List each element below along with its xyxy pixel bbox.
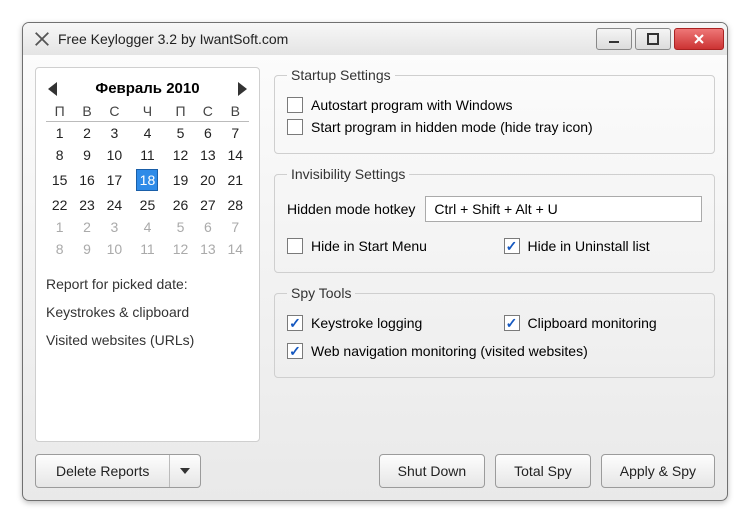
calendar-dow: С: [194, 101, 221, 122]
client-area: Февраль 2010 ПВСЧПСВ 1234567891011121314…: [23, 55, 727, 500]
total-spy-button[interactable]: Total Spy: [495, 454, 591, 488]
calendar-day[interactable]: 5: [167, 216, 194, 238]
calendar-dow: С: [101, 101, 128, 122]
report-heading: Report for picked date:: [46, 270, 249, 298]
titlebar: Free Keylogger 3.2 by IwantSoft.com: [23, 23, 727, 55]
window-title: Free Keylogger 3.2 by IwantSoft.com: [58, 31, 596, 47]
keystroke-logging-label: Keystroke logging: [311, 315, 422, 331]
calendar-grid: ПВСЧПСВ 12345678910111213141516171819202…: [46, 101, 249, 260]
hotkey-label: Hidden mode hotkey: [287, 201, 415, 217]
group-legend: Startup Settings: [287, 67, 395, 83]
invisibility-settings-group: Invisibility Settings Hidden mode hotkey…: [274, 166, 715, 273]
startup-settings-group: Startup Settings Autostart program with …: [274, 67, 715, 154]
hidden-start-label: Start program in hidden mode (hide tray …: [311, 119, 593, 135]
calendar-day[interactable]: 13: [194, 238, 221, 260]
bottom-button-row: Delete Reports Shut Down Total Spy Apply…: [35, 454, 715, 488]
hide-uninstall-checkbox[interactable]: [504, 238, 520, 254]
calendar-day[interactable]: 25: [128, 194, 167, 216]
calendar-panel: Февраль 2010 ПВСЧПСВ 1234567891011121314…: [35, 67, 260, 442]
calendar-day[interactable]: 12: [167, 238, 194, 260]
hide-start-menu-checkbox[interactable]: [287, 238, 303, 254]
calendar-day[interactable]: 13: [194, 144, 221, 166]
calendar-day[interactable]: 16: [73, 166, 100, 194]
apply-spy-button[interactable]: Apply & Spy: [601, 454, 715, 488]
calendar-day[interactable]: 10: [101, 238, 128, 260]
calendar-day[interactable]: 6: [194, 122, 221, 145]
calendar-day[interactable]: 14: [222, 238, 249, 260]
calendar-day[interactable]: 4: [128, 122, 167, 145]
calendar-day[interactable]: 17: [101, 166, 128, 194]
report-links: Report for picked date: Keystrokes & cli…: [46, 270, 249, 354]
calendar-day[interactable]: 10: [101, 144, 128, 166]
calendar-day[interactable]: 24: [101, 194, 128, 216]
minimize-button[interactable]: [596, 28, 632, 50]
calendar-day[interactable]: 23: [73, 194, 100, 216]
calendar-day[interactable]: 19: [167, 166, 194, 194]
delete-reports-label: Delete Reports: [36, 455, 170, 487]
calendar-day[interactable]: 15: [46, 166, 73, 194]
autostart-label: Autostart program with Windows: [311, 97, 513, 113]
calendar-dow: Ч: [128, 101, 167, 122]
calendar-dow: В: [222, 101, 249, 122]
calendar-dow: В: [73, 101, 100, 122]
maximize-button[interactable]: [635, 28, 671, 50]
close-button[interactable]: [674, 28, 724, 50]
calendar-day[interactable]: 28: [222, 194, 249, 216]
group-legend: Invisibility Settings: [287, 166, 409, 182]
calendar-day[interactable]: 3: [101, 122, 128, 145]
calendar-day[interactable]: 5: [167, 122, 194, 145]
shut-down-button[interactable]: Shut Down: [379, 454, 485, 488]
calendar-day[interactable]: 7: [222, 122, 249, 145]
calendar-day[interactable]: 1: [46, 216, 73, 238]
calendar-day[interactable]: 8: [46, 144, 73, 166]
calendar-day[interactable]: 3: [101, 216, 128, 238]
calendar-day[interactable]: 26: [167, 194, 194, 216]
calendar-day[interactable]: 8: [46, 238, 73, 260]
web-navigation-label: Web navigation monitoring (visited websi…: [311, 343, 588, 359]
autostart-checkbox[interactable]: [287, 97, 303, 113]
app-icon: [33, 30, 51, 48]
calendar-dow: П: [167, 101, 194, 122]
calendar-day[interactable]: 2: [73, 216, 100, 238]
calendar-day[interactable]: 7: [222, 216, 249, 238]
clipboard-monitoring-label: Clipboard monitoring: [528, 315, 657, 331]
calendar-day[interactable]: 11: [128, 144, 167, 166]
calendar-day[interactable]: 20: [194, 166, 221, 194]
delete-reports-dropdown[interactable]: [170, 468, 200, 474]
app-window: Free Keylogger 3.2 by IwantSoft.com Февр…: [22, 22, 728, 501]
hotkey-input[interactable]: Ctrl + Shift + Alt + U: [425, 196, 702, 222]
calendar-day[interactable]: 22: [46, 194, 73, 216]
calendar-day[interactable]: 9: [73, 144, 100, 166]
settings-panel: Startup Settings Autostart program with …: [274, 67, 715, 442]
calendar-day[interactable]: 27: [194, 194, 221, 216]
spy-tools-group: Spy Tools Keystroke logging Clipboard mo…: [274, 285, 715, 378]
group-legend: Spy Tools: [287, 285, 355, 301]
calendar-day[interactable]: 14: [222, 144, 249, 166]
calendar-dow: П: [46, 101, 73, 122]
hide-start-menu-label: Hide in Start Menu: [311, 238, 427, 254]
calendar-prev-icon[interactable]: [48, 82, 57, 96]
calendar-day[interactable]: 18: [128, 166, 167, 194]
report-urls-link[interactable]: Visited websites (URLs): [46, 326, 249, 354]
hidden-start-checkbox[interactable]: [287, 119, 303, 135]
calendar-day[interactable]: 1: [46, 122, 73, 145]
report-keystrokes-link[interactable]: Keystrokes & clipboard: [46, 298, 249, 326]
calendar-day[interactable]: 2: [73, 122, 100, 145]
calendar-day[interactable]: 6: [194, 216, 221, 238]
calendar-day[interactable]: 12: [167, 144, 194, 166]
keystroke-logging-checkbox[interactable]: [287, 315, 303, 331]
hide-uninstall-label: Hide in Uninstall list: [528, 238, 650, 254]
window-buttons: [596, 28, 724, 50]
chevron-down-icon: [180, 468, 190, 474]
calendar-day[interactable]: 21: [222, 166, 249, 194]
calendar-day[interactable]: 4: [128, 216, 167, 238]
calendar-day[interactable]: 9: [73, 238, 100, 260]
clipboard-monitoring-checkbox[interactable]: [504, 315, 520, 331]
web-navigation-checkbox[interactable]: [287, 343, 303, 359]
calendar-day[interactable]: 11: [128, 238, 167, 260]
calendar-next-icon[interactable]: [238, 82, 247, 96]
delete-reports-button[interactable]: Delete Reports: [35, 454, 201, 488]
calendar-month-label: Февраль 2010: [95, 80, 199, 97]
